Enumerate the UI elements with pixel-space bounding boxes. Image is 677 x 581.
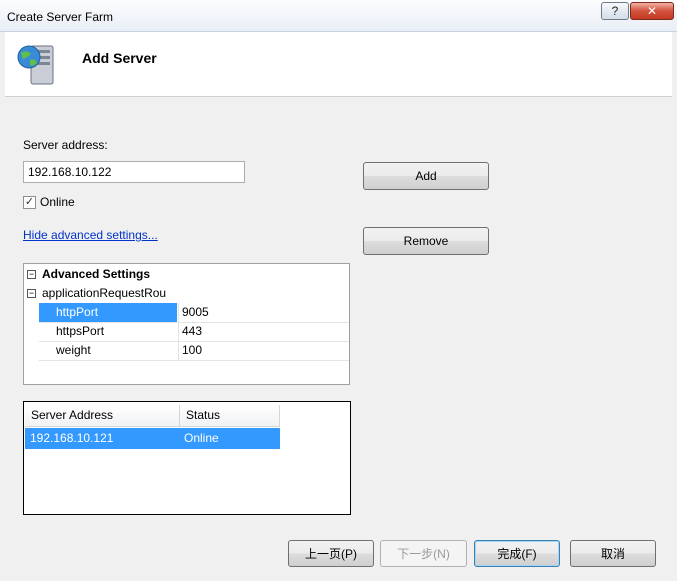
property-group-row[interactable]: − applicationRequestRou — [24, 284, 349, 303]
remove-button-label: Remove — [403, 234, 449, 248]
collapse-icon[interactable]: − — [27, 289, 36, 298]
close-button[interactable]: ✕ — [630, 2, 674, 20]
property-row[interactable]: weight 100 — [24, 341, 349, 360]
cancel-button-label: 取消 — [600, 547, 625, 561]
property-name: httpsPort — [56, 324, 105, 338]
advanced-settings-category[interactable]: − Advanced Settings — [24, 265, 349, 284]
next-button-label: 下一步(N) — [397, 547, 450, 561]
next-button[interactable]: 下一步(N) — [380, 540, 467, 567]
window-title: Create Server Farm — [7, 10, 114, 24]
server-globe-icon — [17, 45, 54, 85]
page-title: Add Server — [82, 50, 157, 66]
collapse-icon[interactable]: − — [27, 270, 36, 279]
server-list[interactable]: Server Address Status 192.168.10.121 Onl… — [23, 401, 351, 515]
property-value[interactable]: 443 — [179, 322, 202, 341]
previous-button[interactable]: 上一页(P) — [288, 540, 374, 567]
property-group-name: applicationRequestRou — [42, 286, 167, 300]
column-header-server-address[interactable]: Server Address — [25, 405, 180, 427]
grid-divider — [39, 360, 349, 361]
server-status-cell: Online — [184, 431, 219, 445]
advanced-settings-grid[interactable]: − Advanced Settings − applicationRequest… — [23, 263, 350, 385]
hide-advanced-link[interactable]: Hide advanced settings... — [23, 228, 158, 242]
add-button-label: Add — [415, 169, 437, 183]
previous-button-label: 上一页(P) — [305, 547, 357, 561]
finish-button[interactable]: 完成(F) — [474, 540, 560, 567]
grid-column-divider — [178, 303, 179, 360]
finish-button-label: 完成(F) — [497, 547, 537, 561]
property-value[interactable]: 100 — [179, 341, 202, 360]
remove-button[interactable]: Remove — [363, 227, 489, 255]
close-icon: ✕ — [646, 4, 658, 18]
title-bar: Create Server Farm ? ✕ — [0, 0, 677, 32]
server-address-input[interactable]: 192.168.10.122 — [23, 161, 245, 183]
property-row[interactable]: httpsPort 443 — [24, 322, 349, 341]
add-button[interactable]: Add — [363, 162, 489, 190]
column-header-status[interactable]: Status — [180, 405, 280, 427]
wizard-header: Add Server — [5, 32, 672, 97]
property-row[interactable]: httpPort 9005 — [24, 303, 349, 322]
advanced-settings-title: Advanced Settings — [42, 267, 151, 281]
property-value[interactable]: 9005 — [179, 303, 209, 322]
help-icon: ? — [611, 4, 619, 18]
property-name: weight — [56, 343, 91, 357]
online-label[interactable]: Online — [40, 195, 75, 209]
cancel-button[interactable]: 取消 — [570, 540, 656, 567]
server-list-row[interactable]: 192.168.10.121 Online — [25, 428, 280, 449]
property-name: httpPort — [39, 303, 177, 322]
help-button[interactable]: ? — [601, 2, 629, 20]
server-address-cell: 192.168.10.121 — [30, 431, 114, 445]
online-checkbox[interactable]: ✓ — [23, 196, 36, 209]
server-address-label: Server address: — [23, 138, 108, 152]
